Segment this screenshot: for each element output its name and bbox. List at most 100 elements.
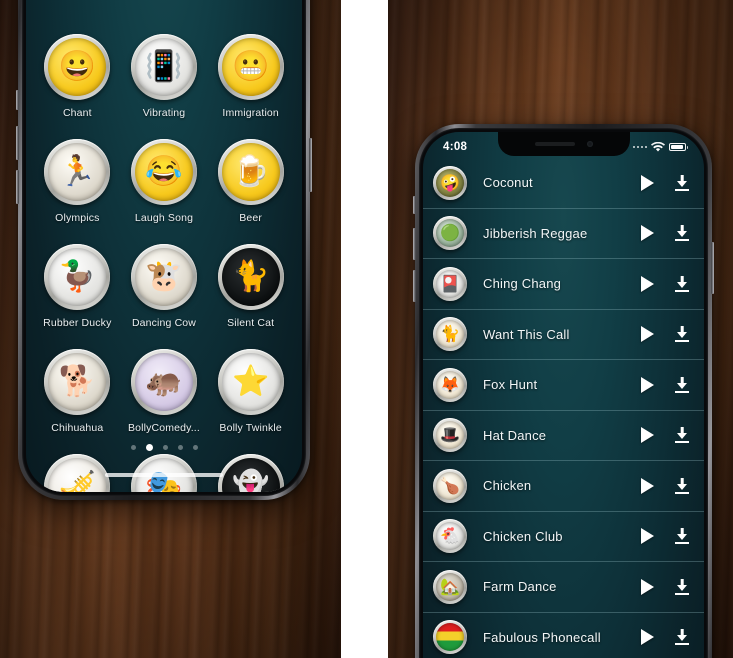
- left-phone-volume-up-button[interactable]: [16, 126, 19, 160]
- tile-artwork: 🐮: [134, 248, 193, 306]
- download-icon[interactable]: [674, 427, 690, 444]
- home-indicator[interactable]: [105, 473, 223, 477]
- list-item-title: Fox Hunt: [483, 377, 538, 393]
- tile-glyph: 📳: [145, 50, 183, 83]
- row-glyph: 🎩: [440, 427, 460, 445]
- tile-artwork: 👻: [221, 458, 280, 492]
- list-item-actions: [641, 477, 690, 494]
- row-artwork: 🍗: [436, 471, 464, 500]
- left-phone-mute-switch[interactable]: [16, 90, 19, 110]
- download-icon[interactable]: [674, 275, 690, 292]
- page-dot[interactable]: [177, 445, 183, 450]
- battery-icon: [669, 143, 688, 151]
- ringtone-tile[interactable]: 🐈 Silent Cat: [209, 244, 292, 329]
- right-phone-volume-down-button[interactable]: [413, 270, 416, 302]
- list-item-actions: [641, 427, 690, 444]
- ringtone-tile[interactable]: 🦛 BollyComedy...: [123, 349, 206, 434]
- left-phone-power-button[interactable]: [309, 138, 312, 192]
- row-glyph: 🏡: [440, 578, 460, 596]
- beer-icon[interactable]: 🍺: [217, 139, 284, 205]
- ringtone-tile[interactable]: 🐮 Dancing Cow: [123, 244, 206, 329]
- right-phone-power-button[interactable]: [711, 242, 714, 294]
- list-item[interactable]: 🐈 Want This Call: [423, 310, 704, 360]
- page-dot[interactable]: [130, 445, 136, 450]
- right-phone-volume-up-button[interactable]: [413, 228, 416, 260]
- page-dot[interactable]: [192, 445, 198, 450]
- list-item[interactable]: 🎩 Hat Dance: [423, 411, 704, 461]
- list-item[interactable]: 🍗 Chicken: [423, 461, 704, 512]
- page-dot[interactable]: [145, 444, 153, 451]
- play-icon[interactable]: [641, 528, 654, 545]
- right-phone-screen: 4:08 🤪 Coconut 🟢 Jibberish Reggae 🎴 Chin…: [423, 132, 704, 658]
- list-item-actions: [641, 174, 690, 191]
- list-item[interactable]: 🐔 Chicken Club: [423, 512, 704, 562]
- chihuahua-icon[interactable]: 🐕: [44, 349, 111, 415]
- olympics-icon[interactable]: 🏃: [44, 139, 111, 205]
- tile-glyph: 🦛: [145, 365, 183, 398]
- ringtone-tile[interactable]: 🦆 Rubber Ducky: [36, 244, 119, 329]
- row-glyph: 🐔: [440, 528, 460, 546]
- tile-glyph: ⭐: [231, 365, 270, 398]
- list-item[interactable]: 🏡 Farm Dance: [423, 562, 704, 613]
- ringtone-tile[interactable]: 😀 Chant: [36, 34, 119, 119]
- page-dot[interactable]: [162, 445, 168, 450]
- ringtone-tile[interactable]: 😬 Immigration: [209, 34, 292, 119]
- ringtone-tile[interactable]: 😂 Laugh Song: [123, 139, 206, 224]
- list-item[interactable]: 🤪 Coconut: [423, 158, 704, 209]
- ringtone-tile-label: Bolly Twinkle: [219, 422, 282, 434]
- fabulous-phonecall-icon: [433, 620, 467, 655]
- play-icon[interactable]: [641, 225, 654, 242]
- silly-horns-icon[interactable]: 🎺: [44, 454, 111, 492]
- play-icon[interactable]: [641, 477, 654, 494]
- chant-icon[interactable]: 😀: [44, 34, 111, 100]
- bolly-twinkle-icon[interactable]: ⭐: [217, 349, 284, 415]
- panel-divider-gap: [341, 0, 388, 658]
- play-icon[interactable]: [641, 427, 654, 444]
- list-item[interactable]: 🟢 Jibberish Reggae: [423, 209, 704, 259]
- silent-cat-icon[interactable]: 🐈: [217, 244, 284, 310]
- play-icon[interactable]: [641, 275, 654, 292]
- row-artwork: 🤪: [436, 168, 464, 197]
- want-this-call-icon: 🐈: [433, 317, 467, 352]
- cartoon-chase-icon[interactable]: 👻: [217, 454, 284, 492]
- bollycomedy-icon[interactable]: 🦛: [130, 349, 197, 415]
- list-item-title: Want This Call: [483, 326, 570, 342]
- tile-glyph: 🦆: [58, 260, 96, 293]
- row-glyph: 🦊: [440, 376, 460, 394]
- rubber-ducky-icon[interactable]: 🦆: [44, 244, 111, 310]
- ringtone-tile[interactable]: 🐕 Chihuahua: [36, 349, 119, 434]
- status-indicators: [632, 141, 688, 153]
- ringtone-tile[interactable]: 🏃 Olympics: [36, 139, 119, 224]
- page-indicator[interactable]: [26, 444, 302, 451]
- play-icon[interactable]: [641, 326, 654, 343]
- ringtone-grid: 😀 Chant 📳 Vibrating 😬 Immigration 🏃 Olympics 😂 La…: [26, 0, 302, 492]
- play-icon[interactable]: [641, 376, 654, 393]
- list-item[interactable]: Fabulous Phonecall: [423, 613, 704, 658]
- ringtone-tile[interactable]: 📳 Vibrating: [123, 34, 206, 119]
- coconut-icon: 🤪: [433, 165, 467, 200]
- immigration-icon[interactable]: 😬: [217, 34, 284, 100]
- list-item[interactable]: 🦊 Fox Hunt: [423, 360, 704, 411]
- play-icon[interactable]: [641, 629, 654, 646]
- laugh-song-icon[interactable]: 😂: [130, 139, 197, 205]
- vibrating-icon[interactable]: 📳: [130, 34, 197, 100]
- play-icon[interactable]: [641, 578, 654, 595]
- download-icon[interactable]: [674, 528, 690, 545]
- right-phone-mute-switch[interactable]: [413, 196, 416, 214]
- download-icon[interactable]: [674, 225, 690, 242]
- ringtone-tile[interactable]: ⭐ Bolly Twinkle: [209, 349, 292, 434]
- download-icon[interactable]: [674, 578, 690, 595]
- download-icon[interactable]: [674, 174, 690, 191]
- ringtone-tile[interactable]: 🍺 Beer: [209, 139, 292, 224]
- dancing-cow-icon[interactable]: 🐮: [130, 244, 197, 310]
- tile-glyph: 🐈: [231, 260, 270, 293]
- download-icon[interactable]: [674, 629, 690, 646]
- download-icon[interactable]: [674, 326, 690, 343]
- download-icon[interactable]: [674, 376, 690, 393]
- play-icon[interactable]: [641, 174, 654, 191]
- list-item[interactable]: 🎴 Ching Chang: [423, 259, 704, 310]
- row-artwork: 🎩: [436, 421, 464, 450]
- download-icon[interactable]: [674, 477, 690, 494]
- ringtone-list[interactable]: 🤪 Coconut 🟢 Jibberish Reggae 🎴 Ching Chang 🐈 Wa…: [423, 158, 704, 658]
- left-phone-volume-down-button[interactable]: [16, 170, 19, 204]
